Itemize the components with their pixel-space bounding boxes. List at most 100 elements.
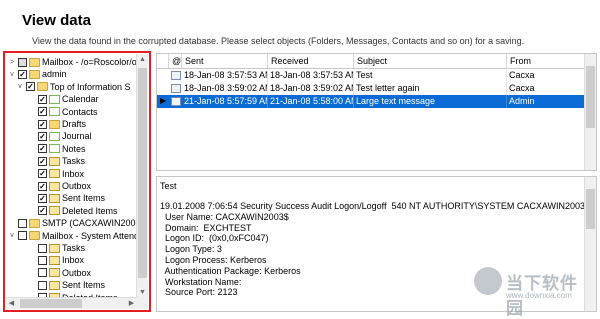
tree-item[interactable]: ✓ Contacts (28, 106, 98, 118)
preview-body-line: Source Port: 2123 (160, 287, 238, 298)
message-grid[interactable]: @ Sent Received Subject From 18-Jan-08 3… (156, 53, 597, 171)
scrollbar-thumb[interactable] (586, 189, 595, 229)
tree-item-label: Outbox (62, 267, 92, 278)
tree-horizontal-scrollbar[interactable]: ◀ ▶ (6, 297, 137, 309)
tree-item-checkbox[interactable]: ✓ (38, 107, 47, 117)
tree-item-label: SMTP (CACXAWIN2003- (42, 218, 144, 229)
tree-item[interactable]: ✓ Deleted Items (28, 205, 118, 217)
book-icon (49, 94, 60, 104)
preview-body-line: Logon ID: (0x0,0xFC047) (160, 233, 269, 244)
tree-item-checkbox[interactable] (18, 218, 27, 228)
tree-item-checkbox[interactable]: ✓ (38, 144, 47, 154)
tree-item-checkbox[interactable] (38, 255, 47, 265)
table-row[interactable]: 18-Jan-08 3:59:02 AM 18-Jan-08 3:59:02 AM… (157, 82, 587, 95)
envelope-icon (49, 193, 60, 203)
message-icon (171, 84, 181, 93)
tree-item[interactable]: ✓ Tasks (28, 155, 85, 167)
message-icon (171, 71, 181, 80)
cell-subject: Test letter again (354, 82, 507, 95)
tree-item-label: Sent Items (62, 280, 106, 291)
tree-item-label: Sent Items (62, 193, 106, 204)
tree-item-checkbox[interactable]: ✓ (38, 131, 47, 141)
scroll-up-arrow-icon[interactable]: ▲ (137, 54, 148, 65)
folder-tree[interactable]: > Mailbox - /o=Roscolor/o v ✓ admin v ✓ Top of … (3, 51, 151, 312)
tree-item[interactable]: v Mailbox - System Attend (8, 230, 139, 242)
envelope-icon (49, 268, 60, 278)
folder-icon (29, 231, 40, 241)
tree-item[interactable]: ✓ Calendar (28, 93, 99, 105)
expand-toggle-icon[interactable]: v (16, 83, 24, 90)
tree-item-checkbox[interactable]: ✓ (18, 69, 27, 79)
preview-body-line: Workstation Name: (160, 276, 242, 287)
tree-vertical-scrollbar[interactable]: ▲ ▼ (136, 54, 148, 298)
tree-item[interactable]: v ✓ Top of Information S (16, 81, 130, 93)
tree-item[interactable]: ✓ Inbox (28, 168, 84, 180)
tree-item-label: Contacts (62, 106, 98, 117)
message-icon (171, 97, 181, 106)
tree-item-checkbox[interactable] (38, 243, 47, 253)
tree-item-checkbox[interactable] (38, 280, 47, 290)
tree-item-label: Outbox (62, 181, 92, 191)
cell-received: 18-Jan-08 3:57:53 AM (270, 69, 354, 82)
tree-item-checkbox[interactable] (18, 231, 27, 241)
preview-body-line: Logon Type: 3 (160, 244, 222, 255)
tree-item-checkbox[interactable]: ✓ (38, 206, 47, 216)
cell-received: 21-Jan-08 5:58:00 AM (270, 95, 354, 108)
table-row[interactable]: ▶ 21-Jan-08 5:57:59 AM 21-Jan-08 5:58:00 A… (157, 95, 587, 108)
scrollbar-thumb[interactable] (20, 299, 82, 308)
tree-item[interactable]: > Mailbox - /o=Roscolor/o (8, 56, 137, 68)
tree-item[interactable]: Inbox (28, 254, 84, 266)
cell-subject: Test (354, 69, 507, 82)
tree-item[interactable]: Outbox (28, 267, 91, 279)
tree-item-checkbox[interactable]: ✓ (38, 193, 47, 203)
column-header-subject[interactable]: Subject (354, 54, 507, 68)
tree-item-checkbox[interactable]: ✓ (38, 156, 47, 166)
tree-item-checkbox[interactable]: ✓ (26, 82, 35, 92)
scrollbar-thumb[interactable] (138, 68, 147, 278)
tree-item[interactable]: Sent Items (28, 279, 105, 291)
tree-item-checkbox[interactable]: ✓ (38, 169, 47, 179)
tree-item-checkbox[interactable] (18, 57, 27, 67)
row-pointer-icon: ▶ (160, 96, 167, 105)
folder-icon (29, 69, 40, 79)
tree-item[interactable]: Tasks (28, 242, 85, 254)
expand-toggle-icon[interactable]: v (8, 71, 16, 78)
folder-icon (29, 218, 40, 228)
preview-body-line: Authentication Package: Kerberos (160, 265, 301, 276)
tree-item[interactable]: ✓ Outbox (28, 180, 91, 192)
folder-icon (37, 82, 48, 92)
cell-from: Cacxa (507, 82, 587, 95)
table-row[interactable]: 18-Jan-08 3:57:53 AM 18-Jan-08 3:57:53 AM… (157, 69, 587, 82)
tree-item-label: Tasks (62, 156, 86, 167)
column-header-from[interactable]: From (507, 54, 587, 68)
tree-item-checkbox[interactable]: ✓ (38, 181, 47, 191)
cell-from: Admin (507, 95, 587, 108)
tree-item[interactable]: SMTP (CACXAWIN2003- (8, 217, 144, 229)
preview-body-line: Domain: EXCHTEST (160, 222, 252, 233)
watermark-logo-icon (474, 267, 502, 295)
expand-toggle-icon[interactable]: > (8, 59, 16, 66)
scroll-left-arrow-icon[interactable]: ◀ (6, 298, 17, 309)
column-header-sent[interactable]: Sent (182, 54, 268, 68)
grid-vertical-scrollbar[interactable] (584, 54, 596, 170)
tree-item-checkbox[interactable] (38, 268, 47, 278)
tree-item[interactable]: ✓ Sent Items (28, 192, 105, 204)
tree-item-checkbox[interactable]: ✓ (38, 119, 47, 129)
column-header-indicator (157, 54, 169, 68)
tree-item[interactable]: ✓ Notes (28, 143, 86, 155)
tree-item-label: Mailbox - System Attend (42, 230, 140, 241)
column-header-received[interactable]: Received (268, 54, 354, 68)
tree-item[interactable]: ✓ Drafts (28, 118, 86, 130)
tree-item-label: Inbox (62, 255, 85, 266)
envelope-icon (49, 181, 60, 191)
expand-toggle-icon[interactable]: v (8, 232, 16, 239)
scrollbar-thumb[interactable] (586, 66, 595, 128)
tree-item[interactable]: v ✓ admin (8, 68, 66, 80)
envelope-icon (49, 206, 60, 216)
tree-item-checkbox[interactable]: ✓ (38, 94, 47, 104)
tree-item-label: Inbox (62, 168, 85, 179)
tree-item[interactable]: ✓ Journal (28, 130, 92, 142)
page-title: View data (22, 12, 91, 29)
book-icon (49, 144, 60, 154)
column-header-attachment[interactable]: @ (169, 54, 182, 68)
